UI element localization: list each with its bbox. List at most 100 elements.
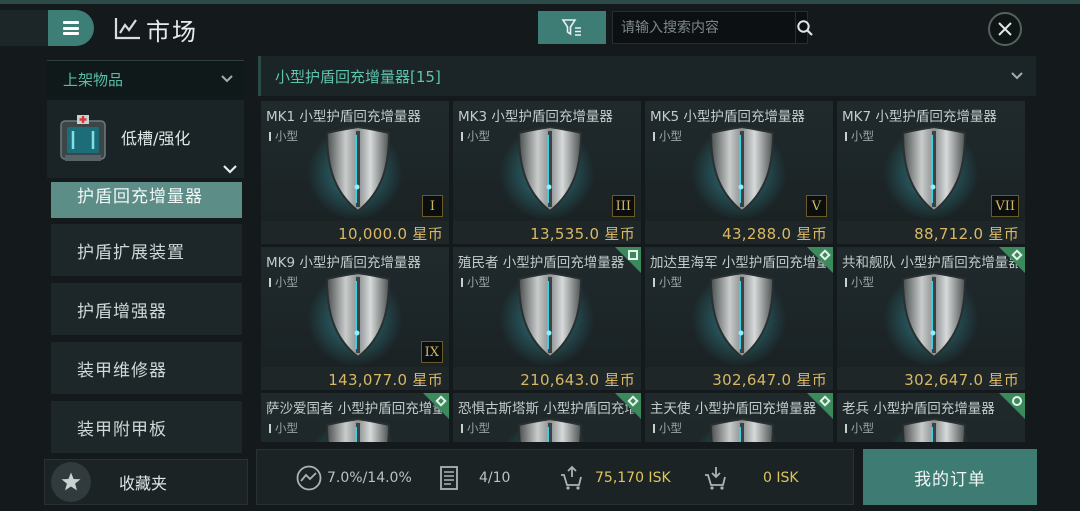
shield-icon xyxy=(709,271,775,359)
item-size: 小型 xyxy=(845,128,874,144)
item-price: 302,647.0 星币 xyxy=(904,371,1019,389)
item-size: 小型 xyxy=(653,128,682,144)
item-size: 小型 xyxy=(269,274,298,290)
item-name: 主天使 小型护盾回充增量器 xyxy=(650,401,817,417)
hamburger-icon xyxy=(63,21,79,35)
shield-icon xyxy=(325,125,391,213)
shield-icon xyxy=(901,271,967,359)
item-price: 13,535.0 星币 xyxy=(530,225,635,243)
faction-badge xyxy=(807,393,833,419)
shield-icon xyxy=(517,417,583,442)
faction-badge xyxy=(999,393,1025,419)
menu-button[interactable] xyxy=(48,10,94,46)
balance-stat: 75,170 ISK xyxy=(559,450,671,506)
chevron-down-icon xyxy=(1011,72,1023,80)
item-name: MK1 小型护盾回充增量器 xyxy=(266,109,421,125)
chevron-down-icon xyxy=(223,165,237,174)
tier-badge: I xyxy=(422,195,443,217)
item-card[interactable]: MK7 小型护盾回充增量器 小型 VII 88,712.0 星币 xyxy=(837,101,1025,244)
tier-badge: VII xyxy=(991,195,1019,217)
sidebar-item-armor-plate[interactable]: 装甲附甲板 xyxy=(51,401,242,453)
item-size: 小型 xyxy=(845,420,874,436)
item-size: 小型 xyxy=(461,420,490,436)
item-size: 小型 xyxy=(653,274,682,290)
item-name: MK5 小型护盾回充增量器 xyxy=(650,109,805,125)
item-card[interactable]: 加达里海军 小型护盾回充增量器 小型 302,647.0 星币 xyxy=(645,247,833,390)
orders-count: 4/10 xyxy=(479,470,511,486)
close-button[interactable] xyxy=(988,12,1022,46)
item-card[interactable]: 萨沙爱国者 小型护盾回充增量器 小型 xyxy=(261,393,449,442)
page-title: 市场 xyxy=(146,18,198,46)
item-name: MK3 小型护盾回充增量器 xyxy=(458,109,613,125)
item-card[interactable]: 主天使 小型护盾回充增量器 小型 xyxy=(645,393,833,442)
sidebar-item-label: 护盾回充增量器 xyxy=(77,187,203,207)
listed-items-label: 上架物品 xyxy=(63,70,124,89)
cart-download-icon xyxy=(705,467,726,490)
item-name: MK7 小型护盾回充增量器 xyxy=(842,109,997,125)
shield-icon xyxy=(517,271,583,359)
faction-badge xyxy=(615,393,641,419)
filter-button[interactable] xyxy=(538,11,606,44)
item-card[interactable]: MK1 小型护盾回充增量器 小型 I 10,000.0 星币 xyxy=(261,101,449,244)
faction-badge xyxy=(999,247,1025,273)
item-price: 88,712.0 星币 xyxy=(914,225,1019,243)
sidebar-item-shield-booster[interactable]: 护盾增强器 xyxy=(51,283,242,335)
sidebar-item-armor-repairer[interactable]: 装甲维修器 xyxy=(51,342,242,394)
orders-stat: 4/10 xyxy=(439,450,510,506)
sidebar-item-label: 装甲维修器 xyxy=(77,360,167,381)
item-name: 共和舰队 小型护盾回充增量器 xyxy=(842,255,1018,271)
search-button[interactable] xyxy=(795,12,814,43)
item-price: 210,643.0 星币 xyxy=(520,371,635,389)
item-name: 恐惧古斯塔斯 小型护盾回充增量器 xyxy=(458,401,634,417)
item-name: 老兵 小型护盾回充增量器 xyxy=(842,401,995,417)
item-card[interactable]: MK9 小型护盾回充增量器 小型 IX 143,077.0 星币 xyxy=(261,247,449,390)
item-card[interactable]: 殖民者 小型护盾回充增量器 小型 210,643.0 星币 xyxy=(453,247,641,390)
shield-icon xyxy=(517,125,583,213)
square-badge-icon xyxy=(628,250,638,260)
item-size: 小型 xyxy=(653,420,682,436)
item-size: 小型 xyxy=(461,128,490,144)
tier-badge: IX xyxy=(420,341,443,363)
item-name: 加达里海军 小型护盾回充增量器 xyxy=(650,255,826,271)
tax-stat: 7.0%/14.0% xyxy=(295,450,412,506)
item-price: 10,000.0 星币 xyxy=(338,225,443,243)
item-size: 小型 xyxy=(461,274,490,290)
item-price: 143,077.0 星币 xyxy=(328,371,443,389)
search-input[interactable] xyxy=(613,12,795,43)
chart-trend-icon xyxy=(114,18,140,40)
close-icon xyxy=(998,22,1012,36)
item-name: MK9 小型护盾回充增量器 xyxy=(266,255,421,271)
faction-badge xyxy=(423,393,449,419)
item-card[interactable]: MK5 小型护盾回充增量器 小型 V 43,288.0 星币 xyxy=(645,101,833,244)
faction-badge xyxy=(807,247,833,273)
search-box xyxy=(612,11,813,44)
top-border xyxy=(0,0,1080,4)
item-price: 302,647.0 星币 xyxy=(712,371,827,389)
shield-icon xyxy=(901,125,967,213)
shield-icon xyxy=(325,271,391,359)
item-card[interactable]: 老兵 小型护盾回充增量器 小型 xyxy=(837,393,1025,442)
item-card[interactable]: 共和舰队 小型护盾回充增量器 小型 302,647.0 星币 xyxy=(837,247,1025,390)
market-stats-bar: 7.0%/14.0% 4/10 75,170 ISK 0 ISK xyxy=(256,449,854,505)
document-icon xyxy=(440,466,458,490)
favorites-label: 收藏夹 xyxy=(119,474,168,493)
shield-icon xyxy=(325,417,391,442)
listed-items-dropdown[interactable]: 上架物品 xyxy=(47,60,244,97)
item-size: 小型 xyxy=(269,128,298,144)
category-low-slot[interactable]: 低槽/强化 xyxy=(47,100,244,178)
balance-value: 75,170 ISK xyxy=(595,470,671,486)
favorites-button[interactable]: 收藏夹 xyxy=(44,459,248,505)
item-card[interactable]: 恐惧古斯塔斯 小型护盾回充增量器 小型 xyxy=(453,393,641,442)
circle-badge-icon xyxy=(1012,396,1022,406)
escrow-stat: 0 ISK xyxy=(703,450,799,506)
sidebar-item-shield-extender[interactable]: 护盾扩展装置 xyxy=(51,224,242,276)
section-header[interactable]: 小型护盾回充增量器[15] xyxy=(258,56,1036,96)
item-card[interactable]: MK3 小型护盾回充增量器 小型 III 13,535.0 星币 xyxy=(453,101,641,244)
my-orders-button[interactable]: 我的订单 xyxy=(863,449,1037,505)
item-size: 小型 xyxy=(269,420,298,436)
sidebar-item-shield-recharger[interactable]: 护盾回充增量器 xyxy=(51,182,242,218)
sidebar-item-label: 护盾扩展装置 xyxy=(77,242,185,263)
item-name: 殖民者 小型护盾回充增量器 xyxy=(458,255,625,271)
tier-badge: III xyxy=(611,195,635,217)
item-grid: MK1 小型护盾回充增量器 小型 I 10,000.0 星币 MK3 小型护盾回… xyxy=(261,101,1033,442)
